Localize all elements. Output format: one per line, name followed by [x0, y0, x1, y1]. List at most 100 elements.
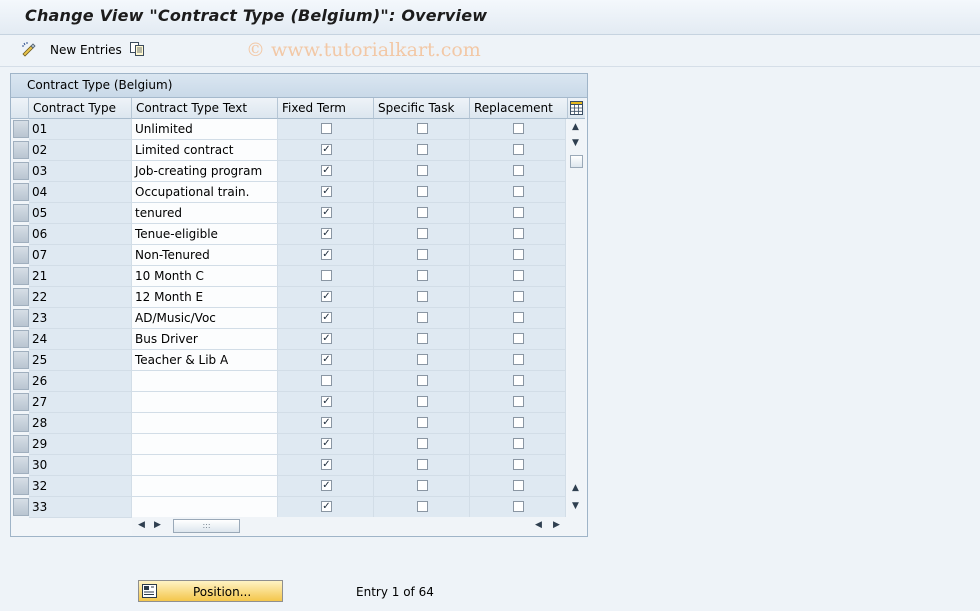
row-selector[interactable] [13, 498, 29, 516]
fixed-term-checkbox[interactable]: ✓ [321, 291, 332, 302]
cell-contract-type-text[interactable] [132, 392, 278, 413]
replacement-checkbox[interactable] [513, 291, 524, 302]
specific-task-checkbox[interactable] [417, 165, 428, 176]
specific-task-checkbox[interactable] [417, 270, 428, 281]
fixed-term-checkbox[interactable]: ✓ [321, 354, 332, 365]
vertical-scrollbar[interactable]: ▲ ▼ ▲ ▼ [568, 119, 585, 517]
replacement-checkbox[interactable] [513, 270, 524, 281]
fixed-term-checkbox[interactable]: ✓ [321, 165, 332, 176]
scroll-right-end-icon[interactable]: ▶ [553, 520, 560, 530]
scroll-right-icon[interactable]: ▶ [154, 520, 161, 530]
replacement-checkbox[interactable] [513, 165, 524, 176]
vertical-scroll-thumb[interactable] [570, 155, 583, 168]
replacement-checkbox[interactable] [513, 123, 524, 134]
cell-contract-type-text[interactable]: tenured [132, 203, 278, 224]
cell-contract-type-text[interactable]: Bus Driver [132, 329, 278, 350]
row-selector[interactable] [13, 120, 29, 138]
specific-task-checkbox[interactable] [417, 144, 428, 155]
scroll-left-icon[interactable]: ◀ [138, 520, 145, 530]
replacement-checkbox[interactable] [513, 438, 524, 449]
fixed-term-checkbox[interactable]: ✓ [321, 249, 332, 260]
row-selector[interactable] [13, 393, 29, 411]
new-entries-button[interactable]: New Entries [50, 43, 122, 57]
cell-contract-type-text[interactable]: AD/Music/Voc [132, 308, 278, 329]
column-header-contract-type-text[interactable]: Contract Type Text [132, 98, 278, 119]
replacement-checkbox[interactable] [513, 501, 524, 512]
specific-task-checkbox[interactable] [417, 333, 428, 344]
fixed-term-checkbox[interactable]: ✓ [321, 207, 332, 218]
specific-task-checkbox[interactable] [417, 375, 428, 386]
scroll-page-down-icon[interactable]: ▼ [572, 501, 579, 511]
replacement-checkbox[interactable] [513, 249, 524, 260]
specific-task-checkbox[interactable] [417, 123, 428, 134]
replacement-checkbox[interactable] [513, 459, 524, 470]
specific-task-checkbox[interactable] [417, 396, 428, 407]
row-selector[interactable] [13, 267, 29, 285]
copy-icon[interactable] [129, 41, 145, 57]
replacement-checkbox[interactable] [513, 354, 524, 365]
cell-contract-type-text[interactable] [132, 371, 278, 392]
scroll-page-up-icon[interactable]: ▲ [572, 483, 579, 493]
cell-contract-type-text[interactable]: 10 Month C [132, 266, 278, 287]
row-selector[interactable] [13, 414, 29, 432]
fixed-term-checkbox[interactable]: ✓ [321, 459, 332, 470]
horizontal-scroll-thumb[interactable]: ::: [173, 519, 240, 533]
replacement-checkbox[interactable] [513, 186, 524, 197]
specific-task-checkbox[interactable] [417, 312, 428, 323]
fixed-term-checkbox[interactable]: ✓ [321, 480, 332, 491]
fixed-term-checkbox[interactable]: ✓ [321, 144, 332, 155]
cell-contract-type-text[interactable] [132, 476, 278, 497]
fixed-term-checkbox[interactable]: ✓ [321, 186, 332, 197]
replacement-checkbox[interactable] [513, 207, 524, 218]
cell-contract-type-text[interactable]: Job-creating program [132, 161, 278, 182]
replacement-checkbox[interactable] [513, 375, 524, 386]
cell-contract-type-text[interactable]: Non-Tenured [132, 245, 278, 266]
new-entries-icon[interactable] [21, 41, 37, 57]
specific-task-checkbox[interactable] [417, 480, 428, 491]
position-button[interactable]: Position... [138, 580, 283, 602]
replacement-checkbox[interactable] [513, 333, 524, 344]
row-selector[interactable] [13, 456, 29, 474]
row-selector[interactable] [13, 183, 29, 201]
cell-contract-type-text[interactable] [132, 413, 278, 434]
select-all-header[interactable] [11, 98, 29, 119]
specific-task-checkbox[interactable] [417, 207, 428, 218]
replacement-checkbox[interactable] [513, 480, 524, 491]
row-selector[interactable] [13, 372, 29, 390]
row-selector[interactable] [13, 477, 29, 495]
specific-task-checkbox[interactable] [417, 186, 428, 197]
cell-contract-type-text[interactable] [132, 497, 278, 518]
fixed-term-checkbox[interactable] [321, 375, 332, 386]
fixed-term-checkbox[interactable]: ✓ [321, 501, 332, 512]
specific-task-checkbox[interactable] [417, 501, 428, 512]
fixed-term-checkbox[interactable]: ✓ [321, 228, 332, 239]
cell-contract-type-text[interactable]: Limited contract [132, 140, 278, 161]
specific-task-checkbox[interactable] [417, 291, 428, 302]
specific-task-checkbox[interactable] [417, 249, 428, 260]
cell-contract-type-text[interactable]: Tenue-eligible [132, 224, 278, 245]
row-selector[interactable] [13, 204, 29, 222]
replacement-checkbox[interactable] [513, 417, 524, 428]
specific-task-checkbox[interactable] [417, 228, 428, 239]
row-selector[interactable] [13, 435, 29, 453]
row-selector[interactable] [13, 330, 29, 348]
row-selector[interactable] [13, 309, 29, 327]
scroll-down-icon[interactable]: ▼ [572, 138, 579, 148]
column-header-contract-type[interactable]: Contract Type [29, 98, 132, 119]
cell-contract-type-text[interactable] [132, 434, 278, 455]
specific-task-checkbox[interactable] [417, 459, 428, 470]
horizontal-scrollbar[interactable]: ◀ ▶ ::: ◀ ▶ [132, 517, 585, 535]
column-header-specific-task[interactable]: Specific Task [374, 98, 470, 119]
specific-task-checkbox[interactable] [417, 438, 428, 449]
cell-contract-type-text[interactable]: Unlimited [132, 119, 278, 140]
replacement-checkbox[interactable] [513, 312, 524, 323]
fixed-term-checkbox[interactable]: ✓ [321, 417, 332, 428]
cell-contract-type-text[interactable] [132, 455, 278, 476]
column-header-replacement[interactable]: Replacement [470, 98, 568, 119]
row-selector[interactable] [13, 246, 29, 264]
scroll-left-end-icon[interactable]: ◀ [535, 520, 542, 530]
row-selector[interactable] [13, 141, 29, 159]
cell-contract-type-text[interactable]: 12 Month E [132, 287, 278, 308]
replacement-checkbox[interactable] [513, 228, 524, 239]
specific-task-checkbox[interactable] [417, 417, 428, 428]
